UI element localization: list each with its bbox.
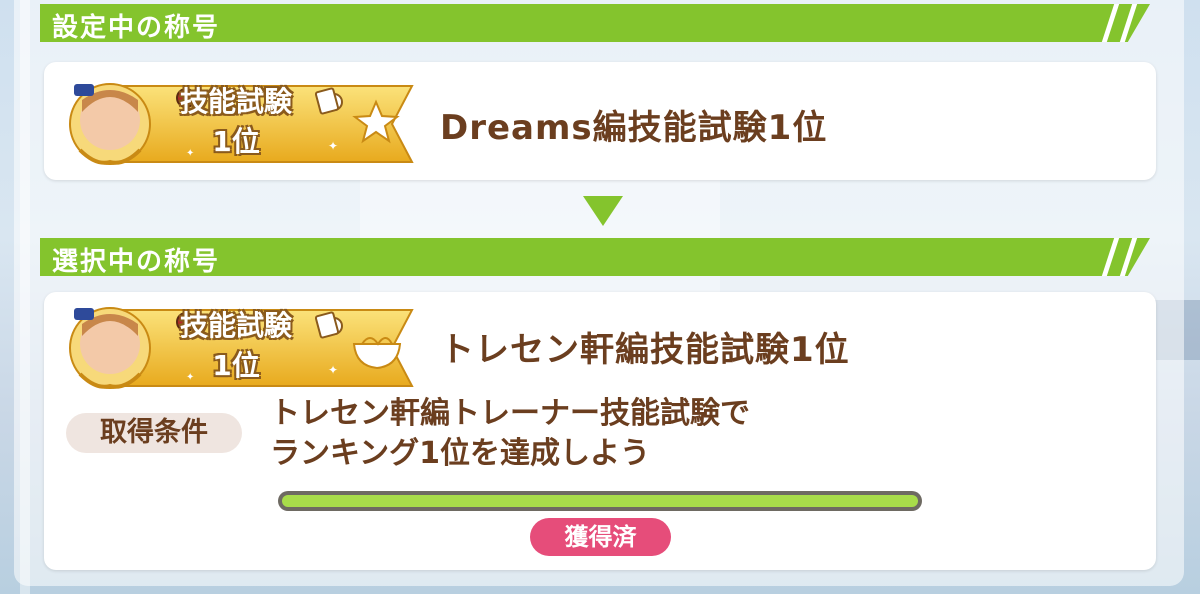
selected-title-header: 選択中の称号	[40, 238, 1150, 276]
svg-text:✦: ✦	[328, 363, 338, 377]
current-title-badge: ✦ ✦ 技能試験 1位	[66, 80, 416, 168]
current-title-card[interactable]: ✦ ✦ 技能試験 1位 Dreams編技能試験1位	[44, 62, 1156, 180]
current-badge-line1: 技能試験	[179, 85, 292, 118]
condition-line-1: トレセン軒編トレーナー技能試験で	[270, 396, 750, 431]
status-badge: 獲得済	[530, 518, 671, 556]
current-title-header: 設定中の称号	[40, 4, 1150, 42]
current-badge-text: 技能試験 1位	[166, 82, 306, 162]
selected-title-name: トレセン軒編技能試験1位	[440, 330, 850, 370]
selected-badge-line1: 技能試験	[179, 309, 292, 342]
progress-bar-fill	[282, 495, 918, 507]
progress-bar	[278, 491, 922, 511]
acquisition-condition-label: 取得条件	[66, 413, 242, 453]
selected-badge-text: 技能試験 1位	[166, 306, 306, 386]
down-arrow-icon	[583, 196, 623, 226]
selected-badge-line2: 1位	[212, 349, 260, 382]
acquisition-condition-text: トレセン軒編トレーナー技能試験で ランキング1位を達成しよう	[270, 394, 910, 474]
current-title-name: Dreams編技能試験1位	[440, 108, 828, 148]
selected-title-header-label: 選択中の称号	[52, 247, 221, 277]
selected-title-badge: ✦ ✦ 技能試験 1位	[66, 304, 416, 392]
current-badge-line2: 1位	[212, 125, 260, 158]
svg-text:✦: ✦	[328, 139, 338, 153]
condition-line-2: ランキング1位を達成しよう	[270, 436, 650, 471]
current-title-header-label: 設定中の称号	[52, 13, 221, 43]
